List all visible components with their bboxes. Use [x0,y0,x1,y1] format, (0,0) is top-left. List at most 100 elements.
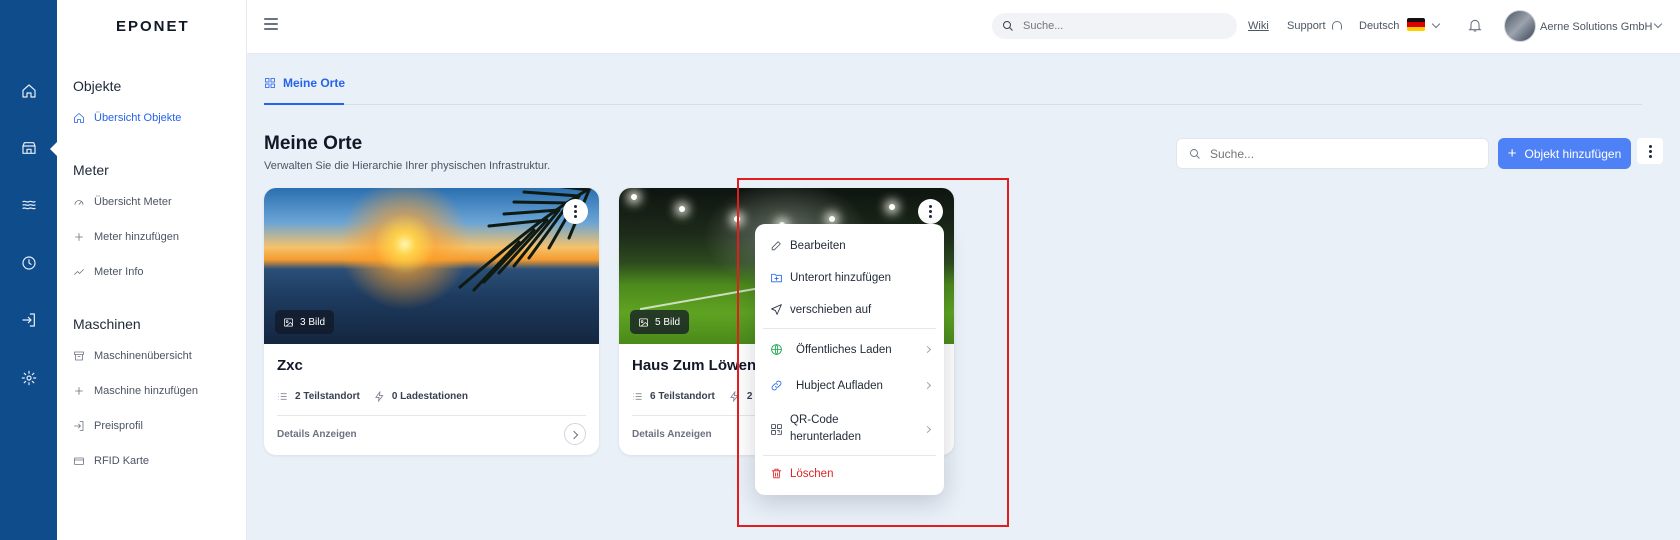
rail-login[interactable] [0,300,57,340]
rail-history[interactable] [0,243,57,283]
menu-divider [763,328,936,329]
menu-item-add-sublocation[interactable]: Unterort hinzufügen [770,271,930,284]
header-search[interactable] [992,13,1237,39]
tab-active-indicator [264,103,344,105]
home-icon [74,113,84,123]
login-icon [21,313,35,327]
location-card[interactable]: 3 Bild Zxc 2 Teilstandort 0 Ladestatione… [264,188,599,455]
chevron-right-icon [923,425,932,433]
sidebar-item-label: Meter Info [94,266,144,278]
menu-item-delete[interactable]: Löschen [770,467,930,480]
menu-item-public-charging[interactable]: Öffentliches Laden [770,343,932,356]
list-icon [633,393,642,400]
image-count-label: 3 Bild [300,316,326,328]
menu-item-edit[interactable]: Bearbeiten [770,239,930,252]
add-object-button[interactable]: + Objekt hinzufügen [1498,138,1631,169]
account-menu[interactable]: Aerne Solutions GmbH [1540,21,1653,33]
card-menu-button[interactable] [918,199,943,224]
menu-item-move-to[interactable]: verschieben auf [770,303,930,316]
sidebar-item-label: Preisprofil [94,420,143,432]
section-meter: Meter [73,162,109,178]
card-title: Zxc [277,357,303,374]
sidebar-item-label: Übersicht Objekte [94,112,182,124]
location-search-input[interactable] [1210,146,1480,161]
store-icon [21,142,36,154]
image-icon [284,317,293,327]
folder-plus-icon [771,273,782,283]
gauge-icon [74,200,84,205]
language-selector[interactable]: Deutsch [1359,20,1399,32]
image-icon [639,317,648,327]
sidebar-item-label: Übersicht Meter [94,196,172,208]
menu-item-label: Bearbeiten [790,239,846,252]
tab-divider [264,104,1642,105]
support-label: Support [1287,20,1326,32]
details-link[interactable]: Details Anzeigen [632,429,712,440]
tab-meine-orte[interactable]: Meine Orte [264,76,345,90]
clock-icon [21,256,36,270]
list-icon [278,393,287,400]
sidebar-item-objekte-overview[interactable]: Übersicht Objekte [73,112,181,124]
top-header: Wiki Support Deutsch Aerne Solutions Gmb… [247,0,1680,54]
lightning-icon [374,391,384,402]
menu-item-qr-download[interactable]: QR-Code herunterladen [770,412,932,446]
globe-icon [771,344,782,355]
page-title: Meine Orte [264,133,363,154]
chevron-down-icon[interactable] [1431,19,1441,29]
qr-code-icon [771,423,782,435]
sidebar-item-meter-overview[interactable]: Übersicht Meter [73,196,172,208]
company-name: Aerne Solutions GmbH [1540,21,1653,33]
waves-icon [21,200,36,210]
rail-meter[interactable] [0,185,57,225]
sidebar-item-preisprofil[interactable]: Preisprofil [73,420,143,432]
ladestationen-count: 2 [746,391,753,402]
avatar[interactable] [1504,10,1536,42]
sidebar-item-rfid[interactable]: RFID Karte [73,455,149,467]
login-icon [74,421,84,431]
search-icon [1190,148,1200,159]
sidebar-item-maschine-add[interactable]: Maschine hinzufügen [73,385,198,397]
sidebar-item-label: Maschine hinzufügen [94,385,198,397]
image-count-badge: 3 Bild [275,310,335,334]
sidebar-item-label: RFID Karte [94,455,150,467]
plus-icon [75,233,83,241]
menu-toggle-icon[interactable] [264,18,278,32]
chevron-down-icon[interactable] [1653,19,1663,29]
tab-label: Meine Orte [283,76,346,90]
section-maschinen: Maschinen [73,316,141,332]
menu-item-label: verschieben auf [790,303,872,316]
sidebar-item-maschinen-overview[interactable]: Maschinenübersicht [73,350,192,362]
more-options-button[interactable] [1637,138,1663,164]
card-open-button[interactable] [564,423,586,445]
notifications-button[interactable] [1467,17,1483,33]
chevron-right-icon [923,381,932,390]
menu-item-label: Löschen [790,467,834,480]
menu-item-label: Unterort hinzufügen [790,271,892,284]
menu-divider [763,455,936,456]
wiki-link[interactable]: Wiki [1248,20,1269,32]
page-subtitle: Verwalten Sie die Hierarchie Ihrer physi… [264,160,551,172]
sidebar-item-meter-info[interactable]: Meter Info [73,266,144,278]
headset-icon [1331,21,1342,30]
archive-icon [74,351,84,361]
menu-item-hubject[interactable]: Hubject Aufladen [770,379,932,392]
gear-icon [21,370,36,386]
search-icon [1003,21,1013,31]
location-search[interactable] [1176,138,1489,169]
rail-home[interactable] [0,71,57,111]
rail-settings[interactable] [0,358,57,398]
sidebar-item-label: Maschinenübersicht [94,350,192,362]
details-link[interactable]: Details Anzeigen [277,429,357,440]
location-image: 3 Bild [264,188,599,344]
card-meta: 6 Teilstandort 2 [632,391,752,402]
plus-icon: + [1507,145,1517,162]
card-menu-button[interactable] [563,199,588,224]
home-icon [21,84,36,98]
sidebar-item-meter-add[interactable]: Meter hinzufügen [73,231,179,243]
support-link[interactable]: Support [1287,20,1342,32]
german-flag-icon [1407,18,1425,31]
section-objekte: Objekte [73,78,122,94]
rail-objects[interactable] [0,128,57,168]
brand-logo: EPONET [116,18,190,35]
header-search-input[interactable] [1023,20,1223,32]
